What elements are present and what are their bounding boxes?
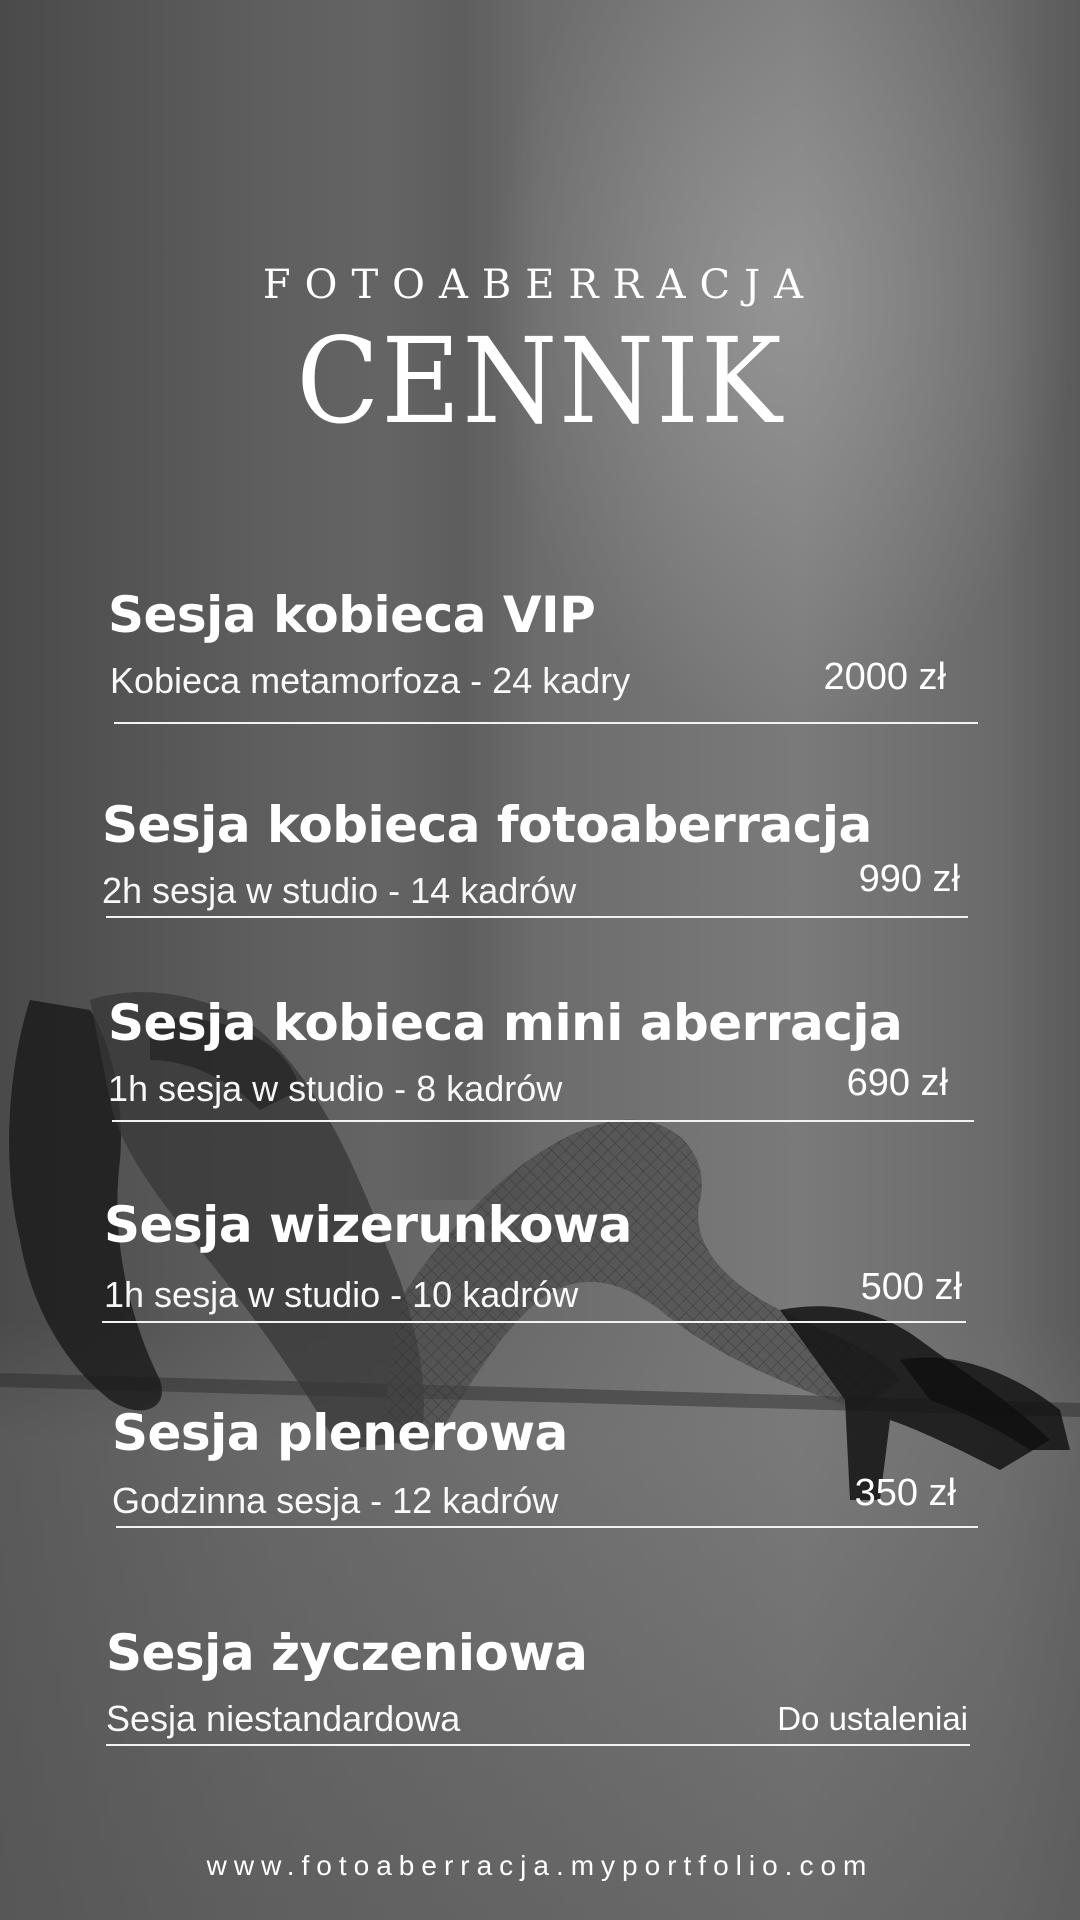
- divider-line: [116, 1526, 978, 1528]
- price-item-mini-aberracja: Sesja kobieca mini aberracja 1h sesja w …: [108, 994, 974, 1124]
- item-description: Godzinna sesja - 12 kadrów: [112, 1480, 559, 1521]
- divider-line: [106, 1744, 970, 1746]
- item-name: Sesja kobieca VIP: [108, 586, 596, 644]
- item-price: 500 zł: [860, 1266, 962, 1308]
- price-item-wizerunkowa: Sesja wizerunkowa 1h sesja w studio - 10…: [102, 1196, 966, 1324]
- price-item-plenerowa: Sesja plenerowa Godzinna sesja - 12 kadr…: [112, 1404, 978, 1530]
- item-name: Sesja życzeniowa: [106, 1624, 588, 1682]
- divider-line: [106, 916, 968, 918]
- website-url: www.fotoaberracja.myportfolio.com: [206, 1850, 874, 1881]
- item-description: 1h sesja w studio - 8 kadrów: [108, 1068, 563, 1109]
- item-name: Sesja plenerowa: [112, 1404, 568, 1462]
- divider-line: [102, 1321, 966, 1323]
- divider-line: [114, 722, 978, 724]
- item-price: Do ustaleniai: [777, 1700, 968, 1737]
- divider-line: [112, 1120, 974, 1122]
- item-name: Sesja kobieca fotoaberracja: [102, 796, 872, 854]
- item-name: Sesja kobieca mini aberracja: [108, 994, 903, 1052]
- price-item-vip: Sesja kobieca VIP Kobieca metamorfoza - …: [108, 586, 978, 726]
- item-description: 1h sesja w studio - 10 kadrów: [104, 1274, 579, 1315]
- brand-name: FOTOABERRACJA: [262, 262, 818, 308]
- item-name: Sesja wizerunkowa: [104, 1196, 632, 1254]
- page-title: CENNIK: [296, 312, 784, 450]
- item-description: 2h sesja w studio - 14 kadrów: [102, 870, 577, 911]
- item-price: 690 zł: [846, 1062, 948, 1104]
- item-description: Kobieca metamorfoza - 24 kadry: [110, 660, 631, 701]
- item-price: 2000 zł: [823, 656, 946, 698]
- item-description: Sesja niestandardowa: [106, 1698, 461, 1739]
- item-price: 990 zł: [858, 858, 960, 900]
- price-item-zyczeniowa: Sesja życzeniowa Sesja niestandardowa Do…: [106, 1624, 970, 1748]
- item-price: 350 zł: [854, 1472, 956, 1514]
- price-item-fotoaberracja: Sesja kobieca fotoaberracja 2h sesja w s…: [102, 796, 968, 920]
